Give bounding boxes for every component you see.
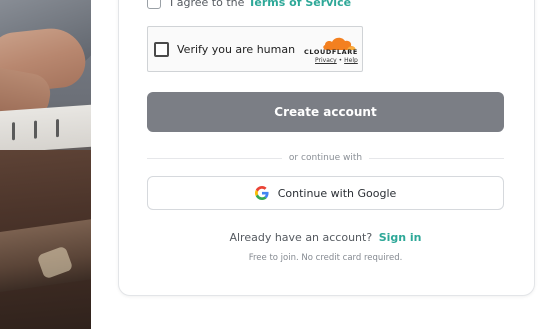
continue-divider: or continue with [147,152,504,164]
notebook-ring [34,120,37,139]
notebook-ring [56,119,59,138]
captcha-link-separator: • [338,57,343,64]
photo-notebook [0,104,91,154]
captcha-label: Verify you are human [177,43,296,56]
free-to-join-note: Free to join. No credit card required. [248,253,403,263]
captcha-checkbox[interactable] [154,42,169,57]
captcha-links: Privacy • Help [315,57,358,64]
notebook-ring [12,122,15,141]
signin-row: Already have an account? Sign in [147,231,504,244]
terms-row: I agree to the Terms of Service [147,0,351,10]
terms-of-service-link[interactable]: Terms of Service [248,0,351,9]
signin-prompt: Already have an account? [229,231,373,244]
signin-link[interactable]: Sign in [379,231,422,244]
terms-checkbox[interactable] [147,0,161,9]
google-button-label: Continue with Google [277,186,397,200]
divider-line [147,157,282,159]
cloudflare-brand: CLOUDFLARE [304,48,358,56]
google-g-icon [254,186,269,200]
captcha-privacy-link[interactable]: Privacy [315,57,337,64]
captcha-help-link[interactable]: Help [344,57,358,64]
create-account-button[interactable]: Create account [147,92,504,132]
divider-text: or continue with [288,153,363,163]
captcha-widget: Verify you are human CLOUDFLARE Privacy … [147,26,363,72]
hero-photo [0,0,91,329]
terms-prefix: I agree to the [170,0,245,9]
signup-screen: I agree to the Terms of Service Verify y… [0,0,560,329]
divider-line [369,157,504,159]
continue-with-google-button[interactable]: Continue with Google [147,176,504,210]
